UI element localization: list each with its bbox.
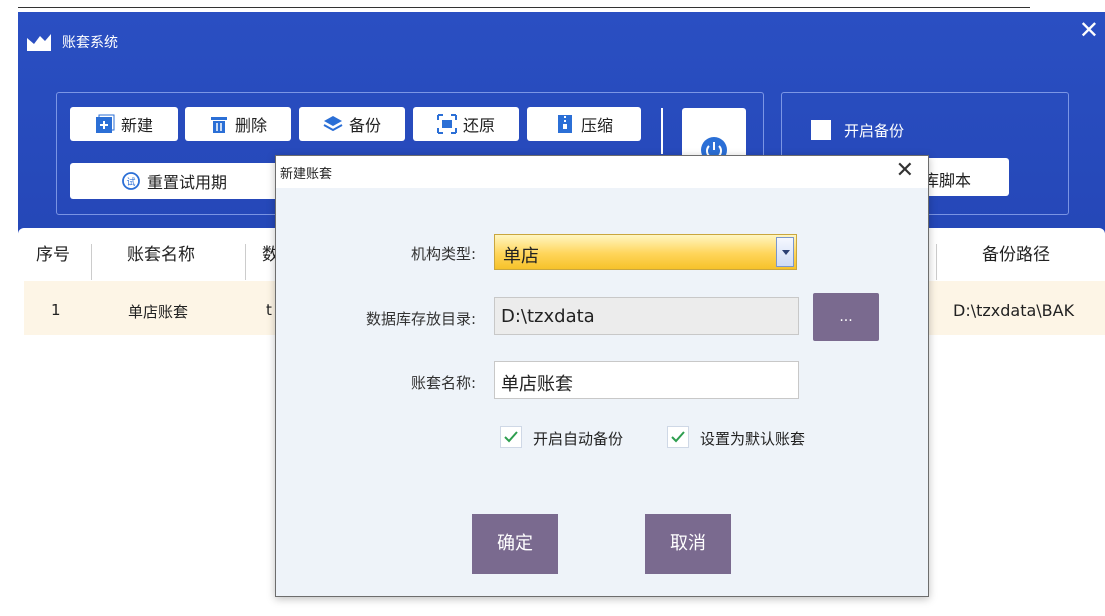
cell-name: 单店账套 xyxy=(128,303,189,321)
layers-icon xyxy=(323,116,343,132)
cell-partial: t xyxy=(266,301,272,319)
col-divider xyxy=(91,244,92,280)
auto-backup-label: 开启自动备份 xyxy=(533,430,624,448)
reset-trial-label: 重置试用期 xyxy=(146,173,227,192)
compress-button[interactable]: 压缩 xyxy=(527,107,641,141)
col-header-index: 序号 xyxy=(36,245,70,265)
org-type-label: 机构类型: xyxy=(410,245,476,263)
dialog-close-icon[interactable]: ✕ xyxy=(896,158,914,183)
db-dir-value: D:\tzxdata xyxy=(501,306,595,327)
reset-trial-button[interactable]: 试 重置试用期 xyxy=(70,163,278,199)
new-account-dialog: 新建账套 ✕ 机构类型: 单店 数据库存放目录: D:\tzxdata ... … xyxy=(275,155,929,597)
checkmark-icon xyxy=(504,431,518,443)
backup-button-label: 备份 xyxy=(348,116,381,135)
org-type-value: 单店 xyxy=(503,246,539,267)
account-name-label: 账套名称: xyxy=(410,374,476,392)
toolbar-separator xyxy=(661,108,663,154)
db-dir-label: 数据库存放目录: xyxy=(365,310,476,328)
delete-button[interactable]: 删除 xyxy=(185,107,291,141)
window-close-icon[interactable]: ✕ xyxy=(1079,18,1099,42)
delete-button-label: 删除 xyxy=(234,116,267,135)
col-divider xyxy=(936,244,937,280)
checkmark-icon xyxy=(671,431,685,443)
chart-logo-icon xyxy=(27,34,51,51)
restore-button-label: 还原 xyxy=(462,116,495,135)
org-type-select[interactable]: 单店 xyxy=(494,234,797,270)
auto-backup-checkbox[interactable] xyxy=(500,426,522,448)
window-title: 账套系统 xyxy=(62,35,118,51)
dropdown-arrow-icon[interactable] xyxy=(776,237,794,267)
db-dir-field[interactable]: D:\tzxdata xyxy=(494,297,799,335)
top-border-line xyxy=(18,7,1030,8)
dialog-title: 新建账套 xyxy=(280,167,333,182)
backup-button[interactable]: 备份 xyxy=(299,107,405,141)
new-button-label: 新建 xyxy=(120,116,153,135)
db-script-label: 库脚本 xyxy=(923,171,972,190)
title-bar: 账套系统 ✕ xyxy=(18,12,1105,72)
default-account-label: 设置为默认账套 xyxy=(700,430,806,448)
compress-button-label: 压缩 xyxy=(580,116,613,135)
col-divider xyxy=(245,244,246,280)
restore-button[interactable]: 还原 xyxy=(413,107,519,141)
default-account-checkbox[interactable] xyxy=(667,426,689,448)
dialog-title-bar: 新建账套 ✕ xyxy=(276,156,928,188)
account-name-field[interactable]: 单店账套 xyxy=(494,361,799,399)
cancel-button[interactable]: 取消 xyxy=(645,514,731,574)
add-icon xyxy=(95,114,115,133)
cell-backup-path: D:\tzxdata\BAK xyxy=(953,301,1075,320)
new-button[interactable]: 新建 xyxy=(70,107,178,141)
trash-icon xyxy=(210,117,227,133)
ok-button[interactable]: 确定 xyxy=(472,514,558,574)
col-header-backup-path: 备份路径 xyxy=(982,245,1050,265)
trial-badge-icon: 试 xyxy=(122,172,140,190)
enable-backup-checkbox[interactable] xyxy=(811,120,831,140)
col-header-name: 账套名称 xyxy=(127,245,195,265)
enable-backup-label: 开启备份 xyxy=(844,122,905,140)
cell-index: 1 xyxy=(51,301,61,319)
browse-button[interactable]: ... xyxy=(813,293,879,341)
svg-text:试: 试 xyxy=(126,176,135,188)
restore-frame-icon xyxy=(436,114,457,134)
account-name-value: 单店账套 xyxy=(501,374,573,395)
zip-file-icon xyxy=(557,115,572,133)
